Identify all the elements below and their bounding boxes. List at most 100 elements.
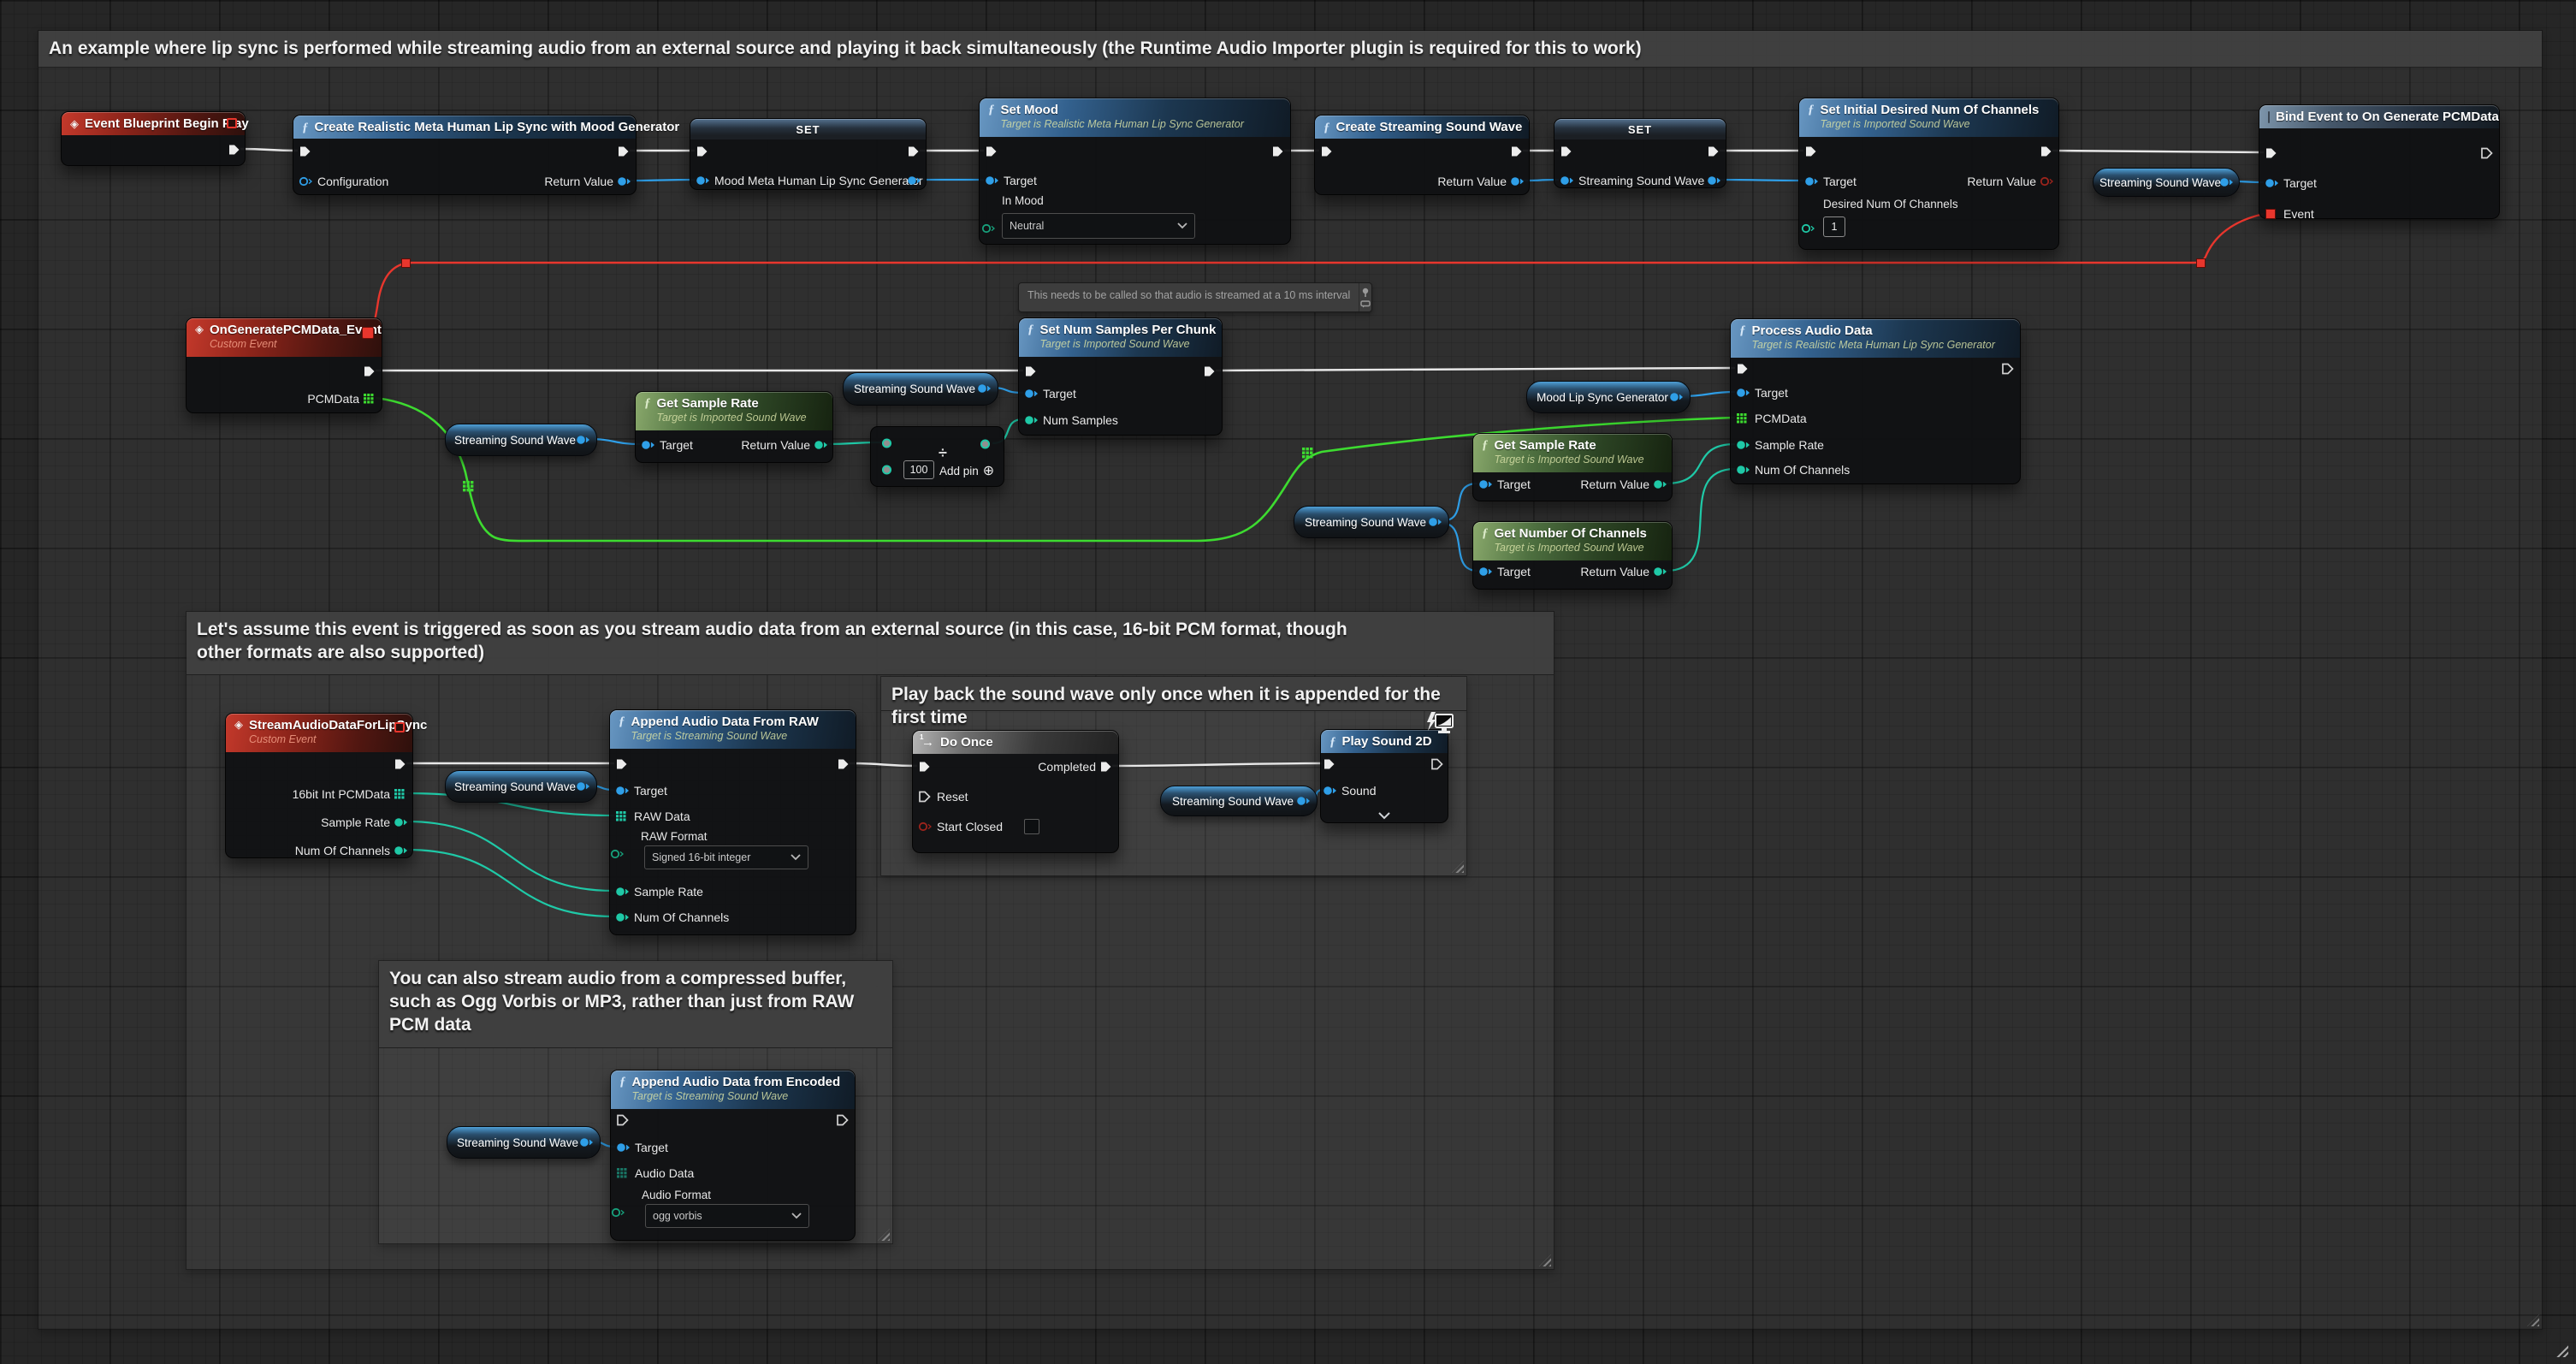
- node-header[interactable]: ƒSet Num Samples Per ChunkTarget is Impo…: [1019, 318, 1222, 357]
- divide-node[interactable]: 100÷Add pin⊕: [870, 426, 1004, 487]
- get-number-of-channels[interactable]: ƒGet Number Of ChannelsTarget is Importe…: [1472, 521, 1673, 590]
- output-pin-exec[interactable]: [394, 758, 407, 774]
- input-pin[interactable]: [615, 911, 630, 928]
- node-header[interactable]: ƒCreate Streaming Sound Wave: [1315, 116, 1529, 139]
- node-header[interactable]: ƒGet Number Of ChannelsTarget is Importe…: [1473, 522, 1672, 560]
- input-pin[interactable]: [610, 848, 625, 864]
- reroute-node[interactable]: [463, 481, 474, 496]
- output-pin[interactable]: [1510, 175, 1525, 192]
- node-header[interactable]: 1→Do Once: [913, 731, 1118, 754]
- input-pin[interactable]: [2265, 177, 2279, 193]
- pill-streaming-sound-wave-top[interactable]: Streaming Sound Wave: [2093, 168, 2240, 197]
- input-pin[interactable]: [881, 464, 892, 480]
- input-pin[interactable]: [2265, 208, 2277, 224]
- variable-output-pin[interactable]: [576, 434, 590, 448]
- output-pin-exec[interactable]: [617, 145, 631, 162]
- input-pin-exec[interactable]: [616, 1114, 630, 1130]
- event-delegate-pin[interactable]: [362, 327, 374, 339]
- comment-title-bar[interactable]: Let's assume this event is triggered as …: [187, 612, 1554, 675]
- output-pin-exec[interactable]: [2480, 147, 2494, 163]
- input-pin-exec[interactable]: [918, 761, 932, 777]
- variable-output-pin[interactable]: [579, 1136, 594, 1151]
- create-realistic-lipsync[interactable]: ƒCreate Realistic Meta Human Lip Sync wi…: [293, 115, 637, 195]
- variable-output-pin[interactable]: [576, 780, 590, 795]
- bind-event-on-generate-pcmdata[interactable]: Bind Event to On Generate PCMDataTargetE…: [2259, 104, 2500, 219]
- output-pin[interactable]: [394, 816, 408, 833]
- input-pin-exec[interactable]: [1804, 145, 1818, 162]
- node-header[interactable]: SET: [690, 119, 926, 139]
- output-pin-exec[interactable]: [1203, 365, 1217, 382]
- process-audio-data[interactable]: ƒProcess Audio DataTarget is Realistic M…: [1730, 318, 2021, 484]
- input-pin[interactable]: [918, 821, 933, 837]
- enum-dropdown[interactable]: Signed 16-bit integer: [644, 845, 808, 869]
- pill-streaming-sound-wave-mid[interactable]: Streaming Sound Wave: [843, 372, 998, 406]
- input-pin[interactable]: [981, 222, 996, 239]
- input-pin-exec[interactable]: [299, 145, 312, 162]
- output-pin[interactable]: [1707, 175, 1721, 191]
- get-sample-rate-left[interactable]: ƒGet Sample RateTarget is Imported Sound…: [635, 391, 833, 463]
- stream-audio-data-for-lipsync[interactable]: ◈StreamAudioDataForLipSyncCustom Event16…: [225, 713, 413, 858]
- input-pin[interactable]: [881, 437, 892, 454]
- on-generate-pcmdata-event[interactable]: ◈OnGeneratePCMData_EventCustom EventPCMD…: [186, 317, 382, 413]
- input-pin[interactable]: [696, 175, 710, 191]
- do-once[interactable]: 1→Do OnceCompletedResetStart Closed: [912, 730, 1119, 853]
- output-pin[interactable]: [394, 845, 408, 861]
- input-pin-exec[interactable]: [985, 145, 998, 162]
- input-pin[interactable]: [1024, 388, 1039, 404]
- input-pin-exec[interactable]: [696, 145, 709, 162]
- variable-output-pin[interactable]: [2219, 176, 2234, 191]
- set-mood-generator-var[interactable]: SETMood Meta Human Lip Sync Generator: [690, 118, 927, 190]
- blueprint-graph-canvas[interactable]: An example where lip sync is performed w…: [0, 0, 2576, 1364]
- get-sample-rate-right[interactable]: ƒGet Sample RateTarget is Imported Sound…: [1472, 433, 1673, 501]
- output-pin-exec[interactable]: [228, 144, 241, 160]
- input-pin[interactable]: [299, 175, 313, 192]
- output-pin[interactable]: [2040, 175, 2054, 192]
- output-pin[interactable]: [814, 439, 828, 455]
- output-pin[interactable]: [1653, 478, 1667, 495]
- node-header[interactable]: Bind Event to On Generate PCMData: [2259, 105, 2499, 128]
- append-audio-data-from-encoded[interactable]: ƒAppend Audio Data from EncodedTarget is…: [610, 1070, 856, 1241]
- output-pin-exec[interactable]: [1510, 145, 1524, 162]
- comment-resize-handle[interactable]: [1539, 1254, 1551, 1266]
- output-pin-exec[interactable]: [836, 1114, 850, 1130]
- output-pin-exec[interactable]: [2001, 363, 2015, 379]
- node-header[interactable]: ƒGet Sample RateTarget is Imported Sound…: [1473, 434, 1672, 472]
- bubble-pin-controls[interactable]: [1359, 283, 1371, 311]
- variable-output-pin[interactable]: [977, 383, 992, 397]
- output-pin-exec[interactable]: [1707, 145, 1720, 162]
- input-pin[interactable]: [1736, 464, 1750, 480]
- set-mood[interactable]: ƒSet MoodTarget is Realistic Meta Human …: [979, 98, 1291, 245]
- output-pin-exec[interactable]: [1430, 758, 1444, 774]
- pill-streaming-sound-wave-b2[interactable]: Streaming Sound Wave: [1160, 786, 1318, 816]
- reroute-node[interactable]: [2196, 258, 2206, 268]
- enum-dropdown[interactable]: Neutral: [1002, 213, 1195, 239]
- pill-streaming-sound-wave-b3[interactable]: Streaming Sound Wave: [447, 1126, 601, 1159]
- input-pin-exec[interactable]: [1323, 758, 1336, 774]
- input-pin-exec[interactable]: [1024, 365, 1038, 382]
- input-pin[interactable]: [641, 439, 655, 455]
- output-pin-exec[interactable]: [837, 758, 850, 774]
- append-audio-data-from-raw[interactable]: ƒAppend Audio Data From RAWTarget is Str…: [609, 709, 856, 935]
- input-pin-exec[interactable]: [1320, 145, 1334, 162]
- value-input[interactable]: 1: [1823, 216, 1845, 237]
- comment-resize-handle[interactable]: [1452, 861, 1464, 873]
- output-pin-exec[interactable]: [1271, 145, 1285, 162]
- add-pin-button[interactable]: Add pin⊕: [939, 465, 994, 477]
- variable-output-pin[interactable]: [1669, 391, 1684, 406]
- input-pin[interactable]: [1478, 478, 1493, 495]
- set-streaming-sound-wave-var[interactable]: SETStreaming Sound Wave: [1554, 118, 1726, 188]
- pill-streaming-sound-wave-b1[interactable]: Streaming Sound Wave: [445, 770, 597, 803]
- input-pin[interactable]: [985, 175, 999, 191]
- input-pin-exec[interactable]: [2265, 147, 2278, 163]
- comment-title-bar[interactable]: You can also stream audio from a compres…: [379, 961, 892, 1048]
- comment-resize-handle[interactable]: [878, 1229, 890, 1241]
- input-pin[interactable]: [1323, 785, 1337, 801]
- input-pin[interactable]: [1736, 439, 1750, 455]
- input-pin[interactable]: [1560, 175, 1574, 191]
- node-header[interactable]: ƒAppend Audio Data From RAWTarget is Str…: [610, 710, 856, 749]
- input-pin[interactable]: [615, 810, 628, 827]
- graph-resize-handle[interactable]: [2555, 1343, 2568, 1357]
- input-pin[interactable]: [1736, 412, 1749, 429]
- comment-title-bar[interactable]: An example where lip sync is performed w…: [38, 31, 2542, 68]
- comment-resize-handle[interactable]: [2527, 1314, 2539, 1326]
